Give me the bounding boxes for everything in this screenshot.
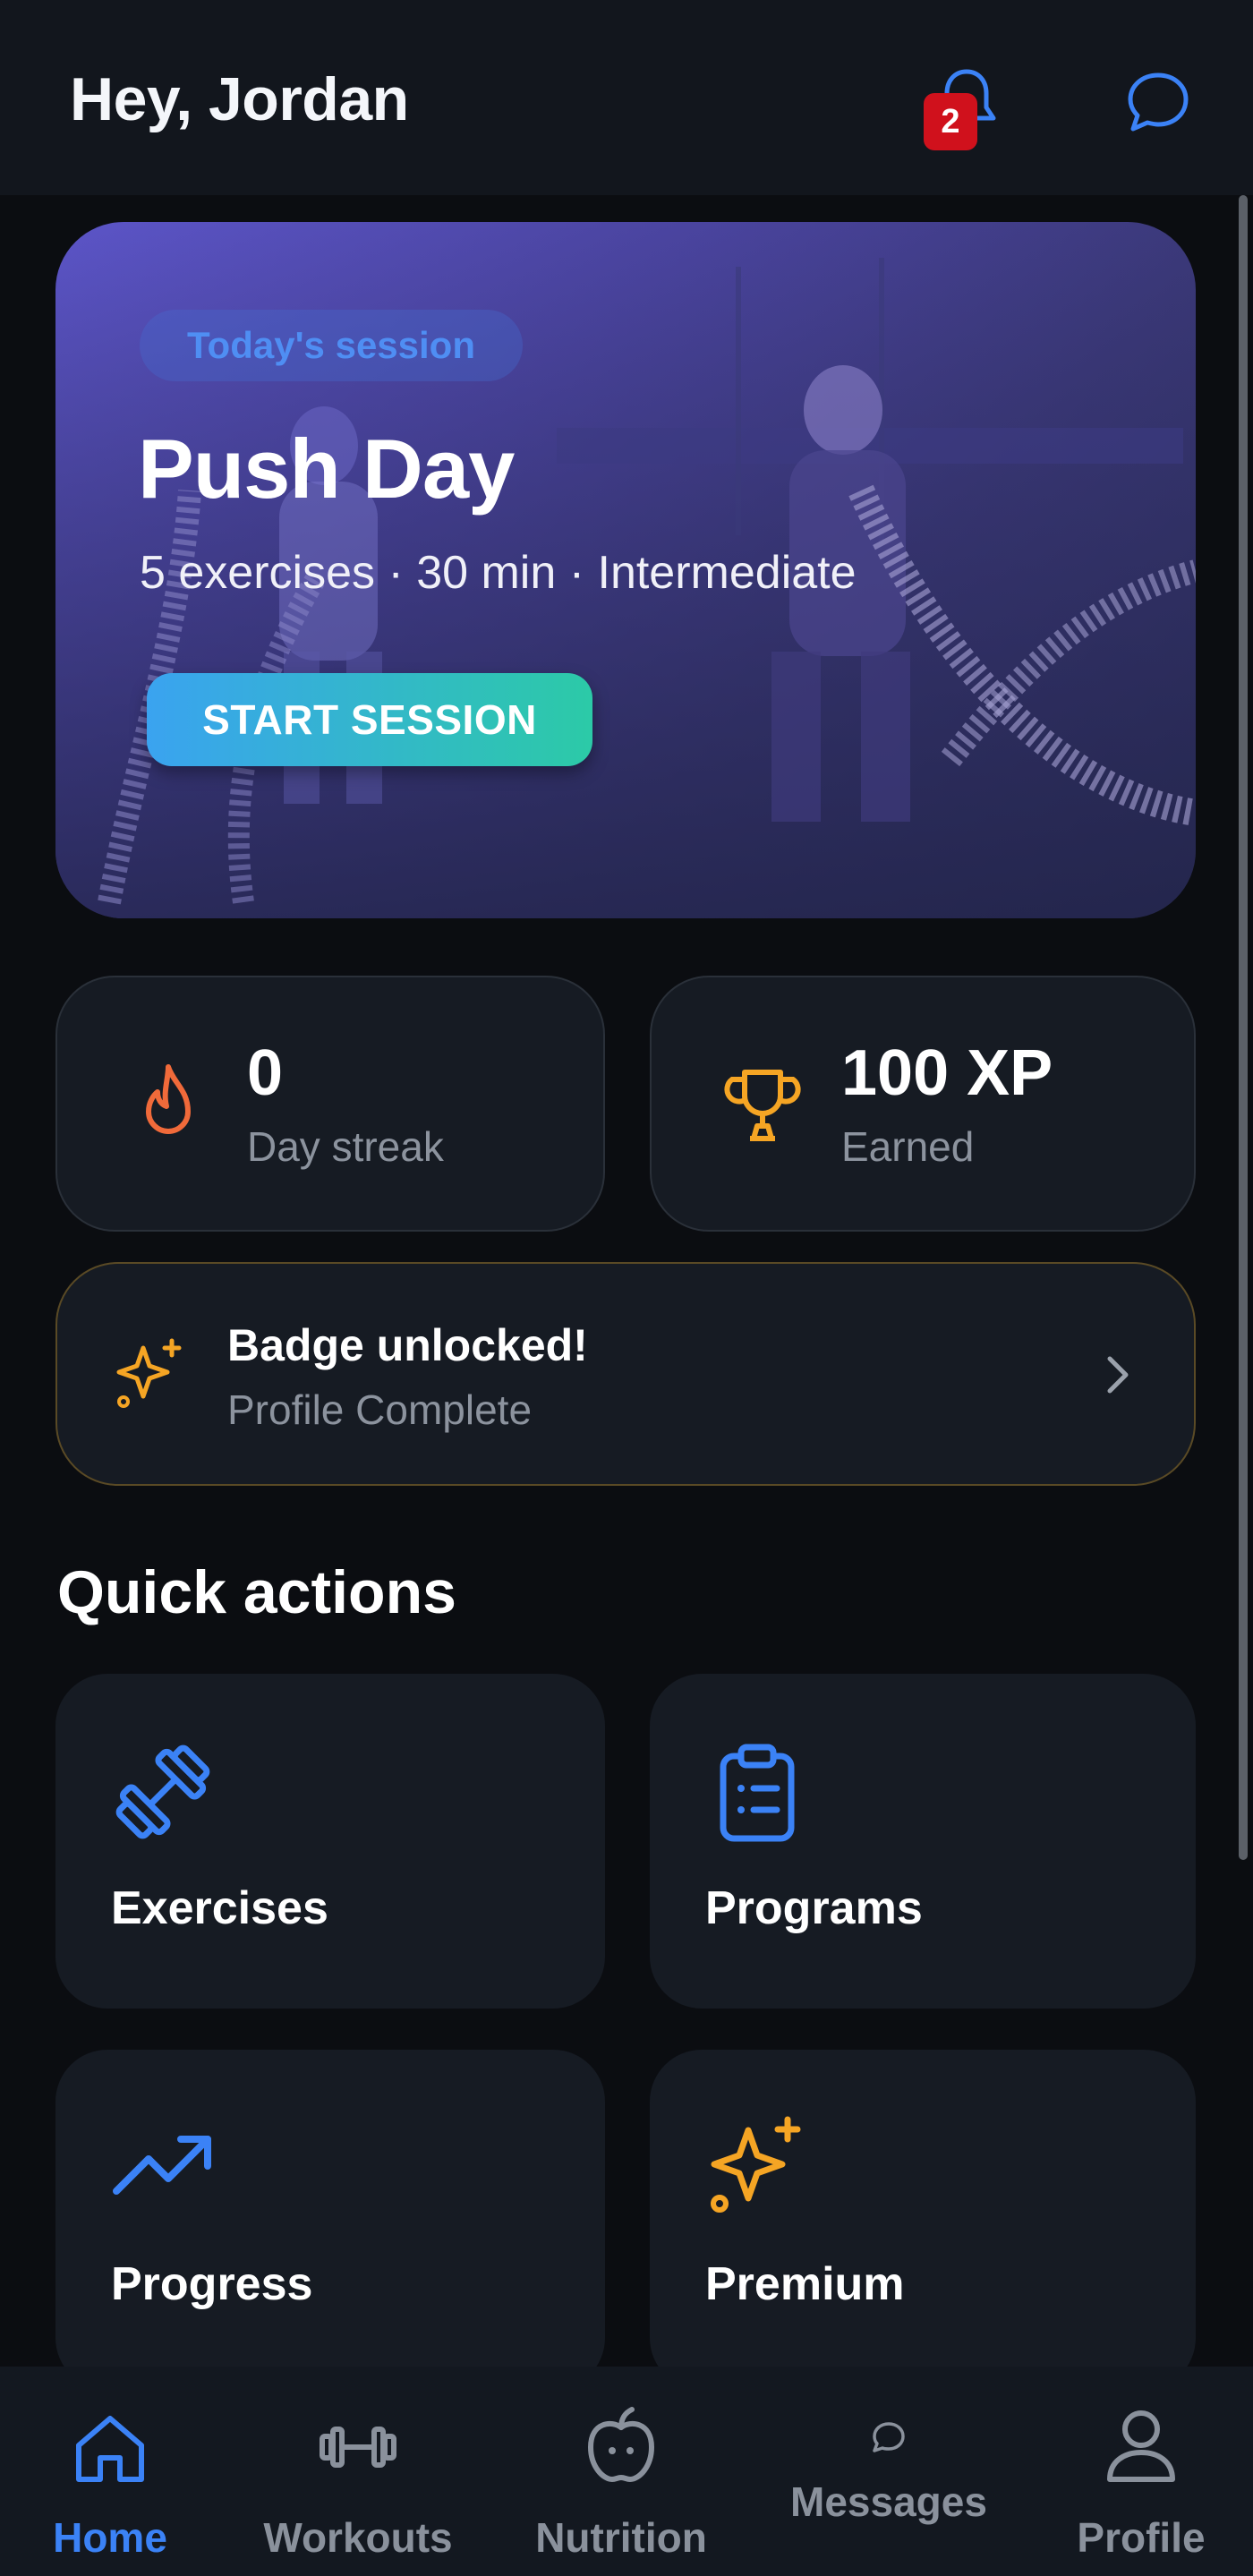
todays-session-card[interactable]: Today's session Push Day 5 exercises · 3…: [55, 222, 1196, 918]
xp-card[interactable]: 100 XP Earned: [650, 976, 1196, 1232]
notification-count-badge: 2: [924, 93, 977, 150]
nav-nutrition[interactable]: Nutrition: [523, 2367, 720, 2576]
quick-action-exercises[interactable]: Exercises: [55, 1674, 605, 2009]
nav-label: Messages: [790, 2478, 987, 2525]
bottom-navigation: Home Workouts Nutrition Messages Profile: [0, 2367, 1253, 2576]
message-circle-icon: [1128, 73, 1189, 132]
quick-action-premium[interactable]: Premium: [650, 2050, 1196, 2390]
user-icon: [1107, 2410, 1175, 2482]
quick-action-label: Exercises: [111, 1882, 328, 1934]
chevron-right-icon: [1107, 1356, 1129, 1394]
sparkles-icon: [711, 2116, 801, 2213]
streak-label: Day streak: [247, 1123, 444, 1170]
greeting-title: Hey, Jordan: [70, 65, 409, 133]
nav-workouts[interactable]: Workouts: [254, 2367, 462, 2576]
session-title: Push Day: [138, 422, 515, 516]
xp-value: 100 XP: [841, 1037, 1053, 1109]
nav-home[interactable]: Home: [32, 2367, 188, 2576]
quick-action-label: Premium: [705, 2258, 905, 2310]
dumbbell-icon: [320, 2427, 396, 2468]
clipboard-list-icon: [720, 1744, 795, 1842]
streak-value: 0: [247, 1037, 284, 1109]
sparkles-icon: [116, 1338, 182, 1408]
trending-up-icon: [113, 2136, 211, 2195]
quick-action-progress[interactable]: Progress: [55, 2050, 605, 2390]
day-streak-card[interactable]: 0 Day streak: [55, 976, 605, 1232]
message-circle-icon: [873, 2422, 905, 2452]
top-header: Hey, Jordan 2: [0, 0, 1253, 195]
apple-icon: [588, 2407, 654, 2482]
quick-actions-heading: Quick actions: [57, 1558, 456, 1626]
nav-label: Nutrition: [535, 2514, 707, 2561]
nav-label: Home: [53, 2514, 167, 2561]
session-details: 5 exercises · 30 min · Intermediate: [140, 547, 857, 599]
trophy-icon: [724, 1070, 801, 1141]
badge-unlocked-banner[interactable]: Badge unlocked! Profile Complete: [55, 1262, 1196, 1486]
nav-label: Profile: [1077, 2514, 1206, 2561]
nav-label: Workouts: [263, 2514, 453, 2561]
quick-action-label: Programs: [705, 1882, 923, 1934]
todays-session-pill: Today's session: [140, 310, 523, 381]
xp-label: Earned: [841, 1123, 975, 1170]
nav-profile[interactable]: Profile: [1065, 2367, 1217, 2576]
dumbbell-icon: [115, 1744, 210, 1839]
badge-subtitle: Profile Complete: [227, 1386, 533, 1433]
start-session-button[interactable]: START SESSION: [147, 673, 592, 766]
scrollbar[interactable]: [1239, 195, 1248, 1860]
quick-action-programs[interactable]: Programs: [650, 1674, 1196, 2009]
nav-messages[interactable]: Messages: [784, 2367, 993, 2576]
chat-button[interactable]: [1122, 68, 1194, 136]
badge-title: Badge unlocked!: [227, 1320, 588, 1370]
home-icon: [76, 2416, 144, 2482]
flame-icon: [146, 1064, 191, 1134]
quick-action-label: Progress: [111, 2258, 313, 2310]
